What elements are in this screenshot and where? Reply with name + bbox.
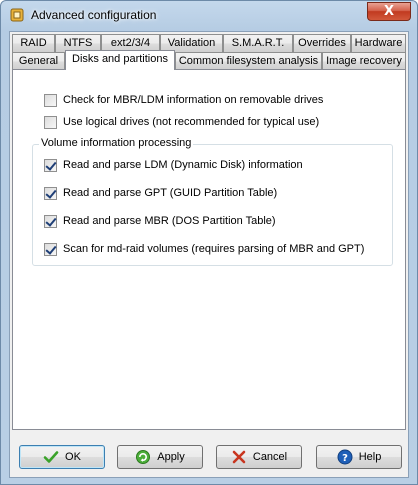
tab-general[interactable]: General [12,52,65,70]
checkmark-icon [43,451,59,463]
option-mbr-ldm-removable[interactable]: Check for MBR/LDM information on removab… [44,92,323,108]
option-scan-md-raid[interactable]: Scan for md-raid volumes (requires parsi… [44,241,364,257]
option-label: Use logical drives (not recommended for … [63,116,320,128]
checkbox-parse-gpt[interactable] [44,186,57,200]
ok-label: OK [65,451,81,463]
group-title: Volume information processing [39,137,194,149]
help-button[interactable]: ? Help [316,445,402,469]
volume-processing-group: Volume information processing Read and p… [32,137,393,266]
option-parse-ldm[interactable]: Read and parse LDM (Dynamic Disk) inform… [44,157,303,173]
ok-button[interactable]: OK [19,445,105,469]
app-config-icon [10,8,24,22]
checkbox-scan-md-raid[interactable] [44,242,57,256]
dialog-client-area: RAID NTFS ext2/3/4 Validation S.M.A.R.T.… [9,31,409,478]
tab-common-filesystem-analysis[interactable]: Common filesystem analysis [175,52,322,70]
option-label: Read and parse LDM (Dynamic Disk) inform… [63,159,303,171]
tab-disks-and-partitions[interactable]: Disks and partitions [65,50,175,70]
window-title: Advanced configuration [31,8,157,22]
option-label: Read and parse MBR (DOS Partition Table) [63,215,276,227]
tab-raid[interactable]: RAID [12,34,55,52]
option-label: Check for MBR/LDM information on removab… [63,94,324,106]
tab-hardware[interactable]: Hardware [351,34,406,52]
tab-panel-disks-and-partitions: Check for MBR/LDM information on removab… [12,69,406,430]
close-button[interactable]: X [367,2,411,21]
option-parse-mbr[interactable]: Read and parse MBR (DOS Partition Table) [44,213,276,229]
apply-label: Apply [157,451,185,463]
option-logical-drives[interactable]: Use logical drives (not recommended for … [44,114,319,130]
checkbox-parse-ldm[interactable] [44,158,57,172]
svg-text:?: ? [342,453,348,464]
help-question-icon: ? [337,449,353,465]
tab-smart[interactable]: S.M.A.R.T. [223,34,293,52]
checkbox-logical-drives[interactable] [44,115,57,129]
tab-image-recovery[interactable]: Image recovery [322,52,406,70]
dialog-window: Advanced configuration X RAID NTFS ext2/… [0,0,418,485]
checkbox-parse-mbr[interactable] [44,214,57,228]
cancel-x-icon [232,450,246,464]
apply-refresh-icon [136,450,151,464]
cancel-label: Cancel [252,451,288,463]
apply-button[interactable]: Apply [117,445,203,469]
help-label: Help [358,451,382,463]
option-label: Read and parse GPT (GUID Partition Table… [63,187,278,199]
option-parse-gpt[interactable]: Read and parse GPT (GUID Partition Table… [44,185,277,201]
cancel-button[interactable]: Cancel [216,445,302,469]
checkbox-mbr-ldm-removable[interactable] [44,93,57,107]
tab-overrides[interactable]: Overrides [293,34,351,52]
option-label: Scan for md-raid volumes (requires parsi… [63,243,365,255]
title-bar[interactable]: Advanced configuration X [1,1,417,31]
